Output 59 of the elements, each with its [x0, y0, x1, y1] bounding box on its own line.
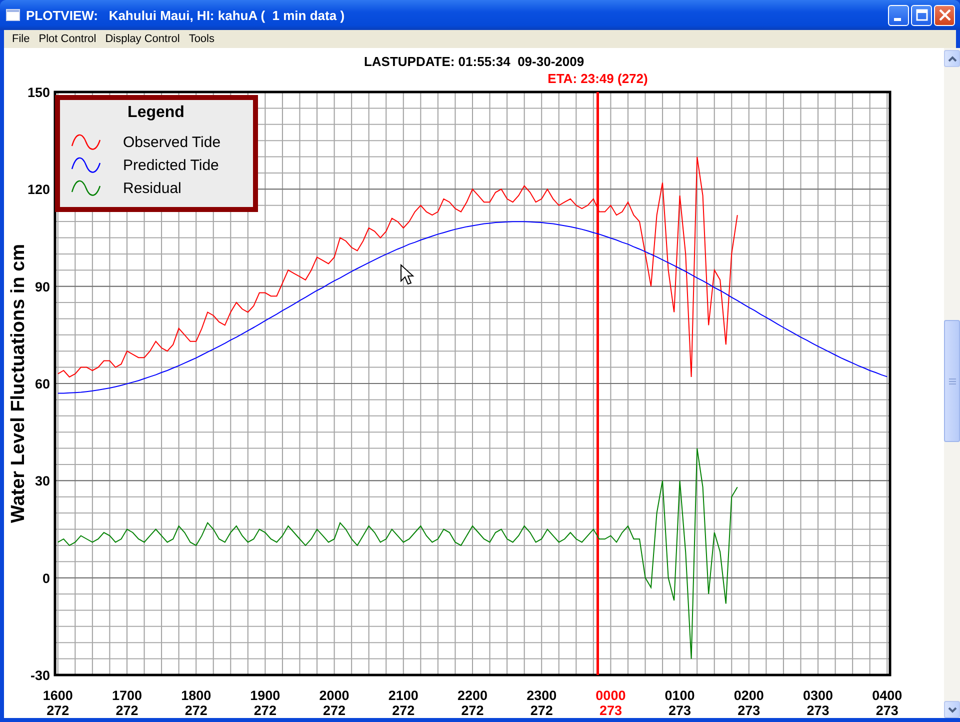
chevron-up-icon [948, 56, 956, 62]
axis-label: 273 [806, 703, 830, 717]
axis-label: 1700 [112, 688, 142, 703]
eta-label: ETA: 23:49 (272) [548, 71, 648, 86]
chart-title: LASTUPDATE: 01:55:34 09-30-2009 [364, 54, 584, 69]
axis-label: 60 [34, 376, 50, 392]
menu-item[interactable]: Tools [184, 33, 218, 45]
axis-label: 90 [34, 279, 50, 294]
axis-label: 1900 [250, 688, 280, 703]
axis-label: 272 [461, 703, 484, 717]
maximize-icon [916, 9, 928, 21]
axis-label: 273 [668, 703, 692, 717]
scrollbar[interactable] [944, 48, 960, 718]
axis-label: 2200 [457, 688, 488, 703]
menu-item[interactable]: File [8, 33, 34, 45]
axis-label: 0300 [803, 688, 834, 703]
close-icon [938, 9, 950, 21]
menu-item[interactable]: Plot Control [34, 33, 100, 45]
minimize-button[interactable] [888, 4, 909, 26]
chevron-down-icon [948, 706, 956, 712]
axis-label: 0 [42, 570, 50, 586]
axis-label: 0200 [734, 688, 764, 703]
axis-label: 273 [599, 703, 622, 717]
axis-label: 272 [116, 703, 138, 717]
axis-label: 272 [184, 703, 208, 717]
axis-label: 150 [27, 85, 50, 100]
axis-label: 1800 [181, 688, 212, 703]
scroll-down-button[interactable] [944, 701, 960, 718]
axis-label: 272 [392, 703, 415, 717]
legend-title: Legend [128, 104, 184, 121]
axis-label: 120 [27, 182, 50, 198]
axis-label: 272 [46, 703, 70, 717]
maximize-button[interactable] [911, 4, 932, 26]
axis-label: 1600 [42, 688, 73, 703]
axis-label: 272 [530, 703, 553, 717]
axis-label: 30 [34, 474, 50, 489]
axis-label: 0400 [872, 688, 902, 703]
scroll-up-button[interactable] [944, 50, 960, 67]
axis-label: 2300 [526, 688, 557, 703]
cursor-icon [400, 264, 414, 285]
axis-label: 0100 [664, 688, 695, 703]
axis-label: 2100 [388, 688, 418, 703]
axis-label: 2000 [319, 688, 350, 703]
minimize-icon [894, 18, 900, 20]
menu-item[interactable]: Display Control [101, 33, 184, 45]
window-title: PLOTVIEW: Kahului Maui, HI: kahuA ( 1 min data ) [26, 8, 346, 22]
axis-label: 272 [254, 703, 276, 717]
axis-label: 273 [876, 703, 898, 717]
axis-label: 0000 [596, 688, 626, 703]
axis-label: -30 [30, 668, 50, 683]
close-button[interactable] [934, 4, 955, 26]
legend-label: Observed Tide [123, 134, 221, 151]
legend-label: Predicted Tide [123, 157, 219, 174]
axis-title: Water Level Fluctuations in cm [8, 244, 29, 524]
app-icon [6, 9, 20, 21]
axis-label: 273 [738, 703, 760, 717]
legend-label: Residual [123, 180, 182, 197]
scroll-thumb[interactable] [944, 320, 960, 442]
axis-label: 272 [323, 703, 346, 717]
